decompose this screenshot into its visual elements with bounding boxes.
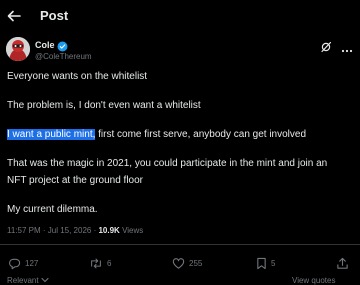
post-page: Post Cole @ColeThereum Everyone wants on… <box>0 0 360 285</box>
post-text-line: NFT project at the ground floor <box>7 175 143 186</box>
reply-icon <box>8 257 21 270</box>
sort-dropdown[interactable]: Relevant <box>7 276 49 285</box>
post-date[interactable]: Jul 15, 2026 <box>48 226 92 235</box>
share-icon <box>336 257 349 270</box>
post-time[interactable]: 11:57 PM <box>7 226 41 235</box>
repost-count: 6 <box>107 258 112 268</box>
like-button[interactable]: 255 <box>172 256 202 270</box>
like-count: 255 <box>189 258 203 268</box>
bookmark-count: 5 <box>271 258 276 268</box>
reply-count: 127 <box>25 258 39 268</box>
repost-icon <box>89 257 103 270</box>
avatar[interactable] <box>6 37 30 61</box>
view-quotes-link[interactable]: View quotes <box>292 276 335 285</box>
bookmark-icon <box>256 257 267 270</box>
bookmark-button[interactable]: 5 <box>256 256 275 270</box>
post-text-line: Everyone wants on the whitelist <box>7 71 148 82</box>
header: Post <box>0 0 360 34</box>
sort-label: Relevant <box>7 276 39 285</box>
repost-button[interactable]: 6 <box>89 256 111 270</box>
post-meta: 11:57 PM · Jul 15, 2026 · 10.9K Views <box>7 226 144 235</box>
chevron-down-icon <box>41 276 49 285</box>
post-text-line: The problem is, I don't even want a whit… <box>7 100 201 111</box>
divider <box>0 244 360 245</box>
verified-badge-icon <box>57 39 68 52</box>
back-arrow-icon[interactable] <box>6 8 22 24</box>
views-count: 10.9K <box>98 226 120 235</box>
views-label: Views <box>122 226 144 235</box>
selected-text-highlight: I want a public mint, <box>7 129 96 140</box>
page-title: Post <box>40 8 69 23</box>
post-text-span: first come first serve, anybody can get … <box>95 129 307 140</box>
reply-button[interactable]: 127 <box>8 256 38 270</box>
more-icon[interactable] <box>341 42 353 53</box>
post-text-line: I want a public mint, first come first s… <box>7 129 306 140</box>
grok-icon[interactable] <box>320 40 332 53</box>
author-handle[interactable]: @ColeThereum <box>35 52 92 61</box>
author-name[interactable]: Cole <box>35 40 55 50</box>
share-button[interactable] <box>336 256 349 270</box>
post-text-line: My current dilemma. <box>7 204 98 215</box>
post-text-line: That was the magic in 2021, you could pa… <box>7 158 328 169</box>
like-icon <box>172 257 185 270</box>
